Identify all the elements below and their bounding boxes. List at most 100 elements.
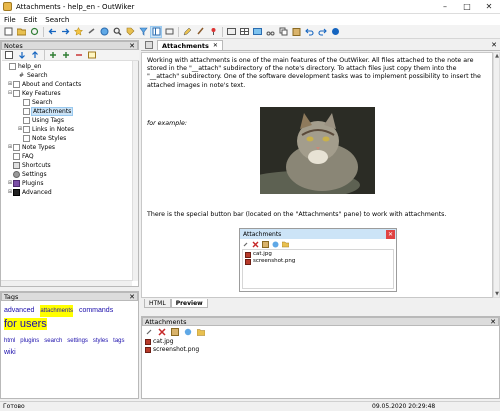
tree-item-using-tags[interactable]: Using Tags xyxy=(17,116,64,124)
new-notes-tree-icon[interactable] xyxy=(3,27,13,37)
tree-item-search[interactable]: Search xyxy=(17,98,53,106)
redo-icon[interactable] xyxy=(317,27,327,37)
tree-item-about[interactable]: ⊞ About and Contacts xyxy=(7,80,81,88)
preview-vertical-scrollbar[interactable]: ▲ ▼ xyxy=(493,52,500,298)
main-toolbar xyxy=(0,25,500,39)
file-icon xyxy=(245,258,251,265)
pin-icon[interactable] xyxy=(208,27,218,37)
collapse-icon[interactable] xyxy=(4,50,14,60)
table-icon[interactable] xyxy=(239,27,249,37)
menu-file[interactable]: File xyxy=(0,16,20,24)
status-bar: Готово 09.05.2020 20:29:48 xyxy=(0,401,500,411)
move-down-icon[interactable] xyxy=(17,50,27,60)
execute-icon[interactable] xyxy=(183,327,193,337)
tab-html[interactable]: HTML xyxy=(144,299,171,308)
close-icon[interactable]: ✕ xyxy=(491,41,497,49)
tree-item-shortcuts[interactable]: Shortcuts xyxy=(7,161,51,169)
tag-link[interactable]: search xyxy=(44,335,62,347)
move-up-icon[interactable] xyxy=(30,50,40,60)
toolbar-separator xyxy=(222,26,223,37)
list-item[interactable]: screenshot.png xyxy=(145,346,199,354)
attachments-pane-header: Attachments ✕ xyxy=(142,317,499,326)
page-icon xyxy=(13,80,20,88)
delete-icon[interactable] xyxy=(157,327,167,337)
reload-icon[interactable] xyxy=(29,27,39,37)
tag-link[interactable]: settings xyxy=(67,335,88,347)
minimize-button[interactable]: – xyxy=(434,0,456,14)
tag-link[interactable]: plugins xyxy=(20,335,39,347)
properties-icon[interactable] xyxy=(87,50,97,60)
tree-item-advanced[interactable]: ⊞ Advanced xyxy=(7,188,52,196)
notes-horizontal-scrollbar[interactable] xyxy=(1,280,132,286)
tab-preview[interactable]: Preview xyxy=(170,299,208,308)
close-button[interactable]: ✕ xyxy=(478,0,500,14)
add-child-icon[interactable] xyxy=(61,50,71,60)
tree-item-key-features[interactable]: ⊟ Key Features xyxy=(7,89,61,97)
tree-item-label: Key Features xyxy=(22,89,61,97)
tag-link[interactable]: for users xyxy=(4,318,47,330)
pencil-icon[interactable] xyxy=(182,27,192,37)
tree-item-attachments[interactable]: Attachments xyxy=(17,106,74,116)
attachments-toolbar xyxy=(144,327,209,337)
forward-arrow-icon[interactable] xyxy=(60,27,70,37)
maximize-button[interactable]: □ xyxy=(456,0,478,14)
close-icon[interactable]: ✕ xyxy=(129,42,135,50)
close-icon[interactable]: ✕ xyxy=(213,42,218,49)
tag-link[interactable]: wiki xyxy=(4,347,16,359)
tree-item-search-root[interactable]: # Search xyxy=(12,71,48,79)
tag-icon[interactable] xyxy=(125,27,135,37)
view-layout-icon[interactable] xyxy=(150,25,162,38)
paste-icon[interactable] xyxy=(291,27,301,37)
funnel-icon[interactable] xyxy=(138,27,148,37)
file-icon xyxy=(145,339,151,345)
search-icon[interactable] xyxy=(112,27,122,37)
tree-item-plugins[interactable]: ⊞ Plugins xyxy=(7,179,44,187)
view-mode-tabs: HTML Preview xyxy=(141,299,500,309)
undo-icon[interactable] xyxy=(304,27,314,37)
tag-link[interactable]: styles xyxy=(93,335,108,347)
tab-list-icon[interactable] xyxy=(145,41,153,49)
tree-item-note-types[interactable]: ⊞ Note Types xyxy=(7,143,55,151)
tag-link[interactable]: tags xyxy=(113,335,124,347)
back-arrow-icon[interactable] xyxy=(47,27,57,37)
tree-item-help-en[interactable]: help_en xyxy=(3,62,41,70)
close-icon[interactable]: ✕ xyxy=(129,293,135,301)
scroll-down-icon[interactable]: ▼ xyxy=(494,291,500,297)
tree-item-faq[interactable]: FAQ xyxy=(7,152,34,160)
open-folder-icon[interactable] xyxy=(16,27,26,37)
insert-link-icon[interactable] xyxy=(170,327,180,337)
tag-link[interactable]: html xyxy=(4,335,15,347)
bookmark-star-icon[interactable] xyxy=(73,27,83,37)
code-icon[interactable] xyxy=(226,27,236,37)
tag-link[interactable]: commands xyxy=(79,305,113,317)
tag-link[interactable]: advanced xyxy=(4,305,34,317)
menu-search[interactable]: Search xyxy=(41,16,73,24)
tree-item-links-in-notes[interactable]: ⊞ Links in Notes xyxy=(17,125,74,133)
tree-item-settings[interactable]: Settings xyxy=(7,170,47,178)
brush-icon[interactable] xyxy=(195,27,205,37)
tree-item-note-styles[interactable]: Note Styles xyxy=(17,134,66,142)
link-icon[interactable] xyxy=(86,27,96,37)
open-folder-icon[interactable] xyxy=(196,327,206,337)
tab-attachments[interactable]: Attachments ✕ xyxy=(157,40,223,50)
add-sibling-icon[interactable] xyxy=(48,50,58,60)
list-item[interactable]: cat.jpg xyxy=(145,338,199,346)
notes-toolbar xyxy=(2,50,139,61)
scroll-up-icon[interactable]: ▲ xyxy=(494,53,500,59)
close-icon[interactable]: ✕ xyxy=(490,318,496,326)
cut-icon[interactable] xyxy=(265,27,275,37)
plugin-icon xyxy=(13,179,20,187)
close-icon: ✕ xyxy=(386,229,395,239)
paperclip-icon[interactable] xyxy=(144,327,154,337)
keyboard-icon xyxy=(13,161,20,169)
copy-icon[interactable] xyxy=(278,27,288,37)
notes-vertical-scrollbar[interactable] xyxy=(132,61,138,281)
delete-icon[interactable] xyxy=(74,50,84,60)
globe-icon[interactable] xyxy=(99,27,109,37)
help-icon[interactable] xyxy=(330,27,340,37)
menu-edit[interactable]: Edit xyxy=(20,16,42,24)
fullscreen-icon[interactable] xyxy=(164,27,174,37)
image-icon[interactable] xyxy=(252,27,262,37)
toolbar-separator xyxy=(178,26,179,37)
tag-link[interactable]: attachments xyxy=(40,305,73,317)
